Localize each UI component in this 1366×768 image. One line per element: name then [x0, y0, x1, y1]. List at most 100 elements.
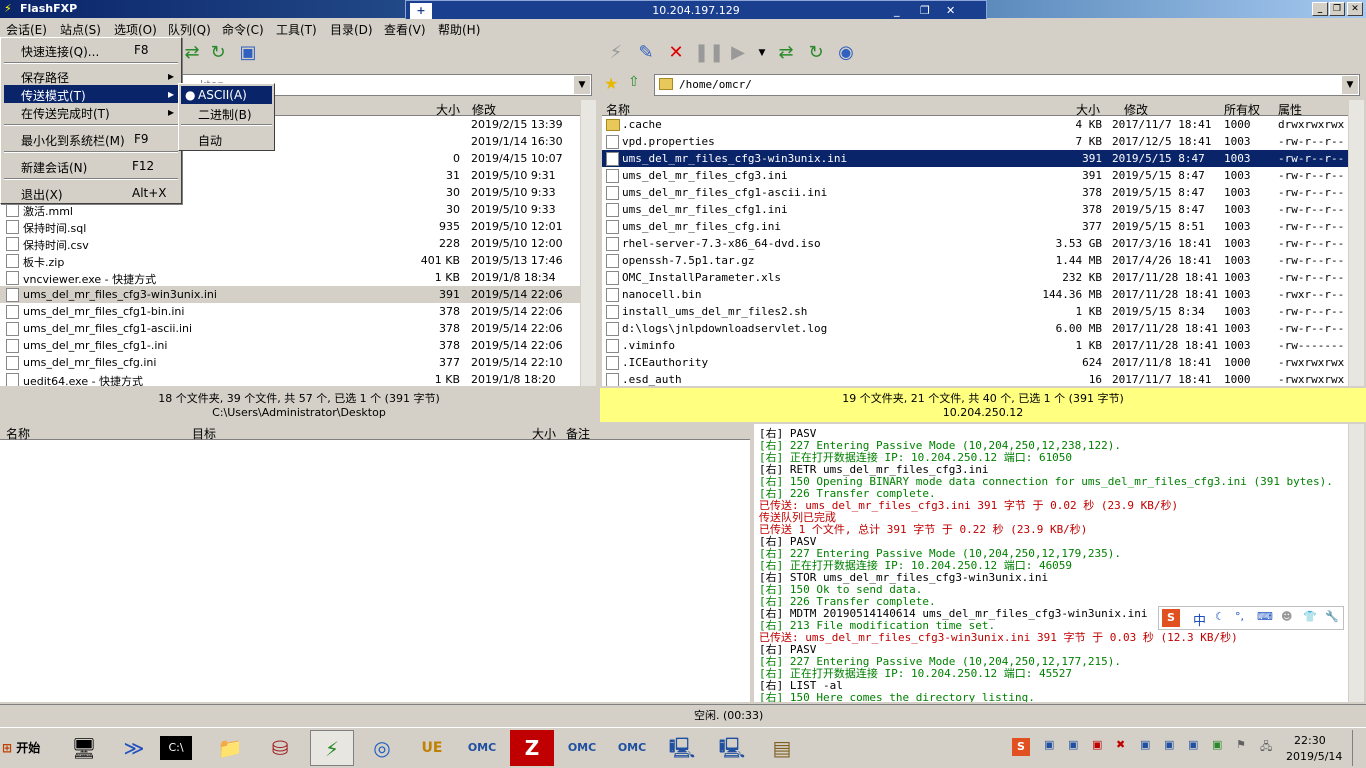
tray-icon-8[interactable]: ▣	[1212, 738, 1222, 751]
tray-sogou-icon[interactable]: S	[1012, 738, 1030, 756]
right-path-bar[interactable]: /home/omcr/ ▼	[654, 74, 1360, 96]
tray-icon-6[interactable]: ▣	[1164, 738, 1174, 751]
terminal-app-icon[interactable]: ▤	[760, 730, 804, 766]
flag-icon[interactable]: ⚑	[1236, 738, 1246, 751]
network-icon[interactable]: 🖧	[1260, 738, 1272, 757]
left-path-dropdown-icon[interactable]: ▼	[574, 76, 590, 94]
ultraedit-icon[interactable]: UE	[410, 730, 454, 766]
right-file-row[interactable]: OMC_InstallParameter.xls 232 KB 2017/11/…	[602, 269, 1348, 286]
flashfxp-taskbar-icon[interactable]: ⚡	[310, 730, 354, 766]
right-path-dropdown-icon[interactable]: ▼	[1342, 76, 1358, 94]
tray-icon-2[interactable]: ▣	[1068, 738, 1078, 751]
transfer-icon[interactable]: ⇄	[180, 41, 204, 65]
play-icon[interactable]: ▶	[726, 41, 750, 65]
refresh-remote-icon[interactable]: ↻	[804, 41, 828, 65]
left-file-row[interactable]: 保持时间.csv 228 2019/5/10 12:00	[0, 235, 580, 252]
clock-time[interactable]: 22:30	[1294, 734, 1326, 747]
tray-icon-1[interactable]: ▣	[1044, 738, 1054, 751]
right-file-row[interactable]: .esd_auth 16 2017/11/7 18:41 1000 -rwxrw…	[602, 371, 1348, 386]
menu-item-quick-connect[interactable]: 快速连接(Q)... F8	[4, 41, 178, 59]
shirt-icon[interactable]: 👕	[1303, 610, 1317, 623]
right-file-row[interactable]: .viminfo 1 KB 2017/11/28 18:41 1003 -rw-…	[602, 337, 1348, 354]
left-file-row[interactable]: ums_del_mr_files_cfg1-bin.ini 378 2019/5…	[0, 303, 580, 320]
clock-date[interactable]: 2019/5/14	[1286, 750, 1342, 763]
sogou-icon[interactable]: S	[1162, 609, 1180, 627]
right-file-row[interactable]: nanocell.bin 144.36 MB 2017/11/28 18:41 …	[602, 286, 1348, 303]
left-file-row[interactable]: 保持时间.sql 935 2019/5/10 12:01	[0, 218, 580, 235]
right-file-row[interactable]: .ICEauthority 624 2017/11/8 18:41 1000 -…	[602, 354, 1348, 371]
play-dropdown-icon[interactable]: ▼	[750, 41, 774, 65]
menu-sites[interactable]: 站点(S)	[60, 21, 101, 38]
menu-item-minimize-tray[interactable]: 最小化到系统栏(M) F9	[4, 130, 178, 148]
database-icon[interactable]: ⛁	[258, 730, 302, 766]
menu-directory[interactable]: 目录(D)	[330, 21, 373, 38]
left-file-row[interactable]: ums_del_mr_files_cfg1-.ini 378 2019/5/14…	[0, 337, 580, 354]
cmd-icon[interactable]: C:\	[160, 736, 192, 760]
menu-tools[interactable]: 工具(T)	[276, 21, 317, 38]
menu-item-save-path[interactable]: 保存路径 ▸	[4, 67, 178, 85]
right-file-row[interactable]: rhel-server-7.3-x86_64-dvd.iso 3.53 GB 2…	[602, 235, 1348, 252]
left-file-row[interactable]: vncviewer.exe - 快捷方式 1 KB 2019/1/8 18:34	[0, 269, 580, 286]
right-file-row[interactable]: openssh-7.5p1.tar.gz 1.44 MB 2017/4/26 1…	[602, 252, 1348, 269]
log-scrollbar[interactable]	[1348, 424, 1364, 702]
powershell-icon[interactable]: ≫	[112, 730, 156, 766]
tray-icon-5[interactable]: ▣	[1140, 738, 1150, 751]
rdp-restore-icon[interactable]: ❐	[920, 1, 930, 21]
omc-icon-3[interactable]: OMC	[610, 730, 654, 766]
omc-icon-1[interactable]: OMC	[460, 730, 504, 766]
server-manager-icon[interactable]: 🖥	[62, 730, 106, 766]
transfer-all-icon[interactable]: ⇄	[774, 41, 798, 65]
remote-desktop-icon-2[interactable]: 🖳	[710, 730, 754, 766]
submenu-ascii[interactable]: ● ASCII(A)	[181, 86, 272, 104]
left-scrollbar[interactable]	[580, 100, 596, 386]
ime-toolbar[interactable]: S 中 ☾ °, ⌨ ☻ 👕 🔧	[1158, 606, 1344, 630]
parent-dir-icon[interactable]: ⇧	[628, 74, 648, 96]
punctuation-icon[interactable]: °,	[1235, 610, 1244, 623]
menu-item-new-session[interactable]: 新建会话(N) F12	[4, 157, 178, 175]
disconnect-icon[interactable]: ✕	[664, 41, 688, 65]
wrench-icon[interactable]: 🔧	[1325, 610, 1339, 623]
remote-desktop-icon-1[interactable]: 🖳	[660, 730, 704, 766]
menu-commands[interactable]: 命令(C)	[222, 21, 264, 38]
ime-mode[interactable]: 中	[1193, 610, 1206, 629]
right-file-row[interactable]: .cache 4 KB 2017/11/7 18:41 1000 drwxrwx…	[602, 116, 1348, 133]
user-icon[interactable]: ☻	[1281, 610, 1292, 623]
minimize-button[interactable]: _	[1312, 2, 1328, 16]
start-button[interactable]: ⊞ 开始	[2, 732, 52, 764]
right-file-row[interactable]: d:\logs\jnlpdownloadservlet.log 6.00 MB …	[602, 320, 1348, 337]
right-file-row[interactable]: vpd.properties 7 KB 2017/12/5 18:41 1003…	[602, 133, 1348, 150]
menu-view[interactable]: 查看(V)	[384, 21, 426, 38]
right-file-row[interactable]: install_ums_del_mr_files2.sh 1 KB 2019/5…	[602, 303, 1348, 320]
show-desktop-button[interactable]	[1352, 730, 1364, 766]
right-file-row[interactable]: ums_del_mr_files_cfg3.ini 391 2019/5/15 …	[602, 167, 1348, 184]
local-browser-icon[interactable]: ▣	[236, 41, 260, 65]
moon-icon[interactable]: ☾	[1215, 610, 1225, 623]
menu-queue[interactable]: 队列(Q)	[168, 21, 211, 38]
connect-icon[interactable]: ⚡	[604, 41, 628, 65]
left-file-row[interactable]: 板卡.zip 401 KB 2019/5/13 17:46	[0, 252, 580, 269]
quick-connect-icon[interactable]: ✎	[634, 41, 658, 65]
menu-item-transfer-mode[interactable]: 传送模式(T) ▸	[4, 85, 178, 103]
menu-help[interactable]: 帮助(H)	[438, 21, 480, 38]
right-file-row[interactable]: ums_del_mr_files_cfg3-win3unix.ini 391 2…	[602, 150, 1348, 167]
queue-list[interactable]	[0, 440, 750, 702]
left-file-row[interactable]: ums_del_mr_files_cfg1-ascii.ini 378 2019…	[0, 320, 580, 337]
rdp-close-icon[interactable]: ✕	[946, 1, 955, 21]
menu-item-on-transfer-complete[interactable]: 在传送完成时(T) ▸	[4, 103, 178, 121]
close-button[interactable]: ✕	[1347, 2, 1363, 16]
tray-icon-3[interactable]: ▣	[1092, 738, 1102, 751]
globe-icon[interactable]: ◉	[834, 41, 858, 65]
menu-item-exit[interactable]: 退出(X) Alt+X	[4, 184, 178, 202]
filezilla-icon[interactable]: Z	[510, 730, 554, 766]
submenu-auto[interactable]: 自动	[181, 130, 272, 148]
explorer-icon[interactable]: 📁	[208, 730, 252, 766]
rdp-minimize-icon[interactable]: _	[894, 1, 900, 21]
right-file-row[interactable]: ums_del_mr_files_cfg1.ini 378 2019/5/15 …	[602, 201, 1348, 218]
tray-icon-7[interactable]: ▣	[1188, 738, 1198, 751]
tray-icon-4[interactable]: ✖	[1116, 738, 1125, 751]
favorites-icon[interactable]: ★	[604, 74, 624, 96]
right-file-row[interactable]: ums_del_mr_files_cfg.ini 377 2019/5/15 8…	[602, 218, 1348, 235]
menu-options[interactable]: 选项(O)	[114, 21, 157, 38]
refresh-icon[interactable]: ↻	[206, 41, 230, 65]
pin-icon[interactable]: +	[410, 3, 432, 19]
